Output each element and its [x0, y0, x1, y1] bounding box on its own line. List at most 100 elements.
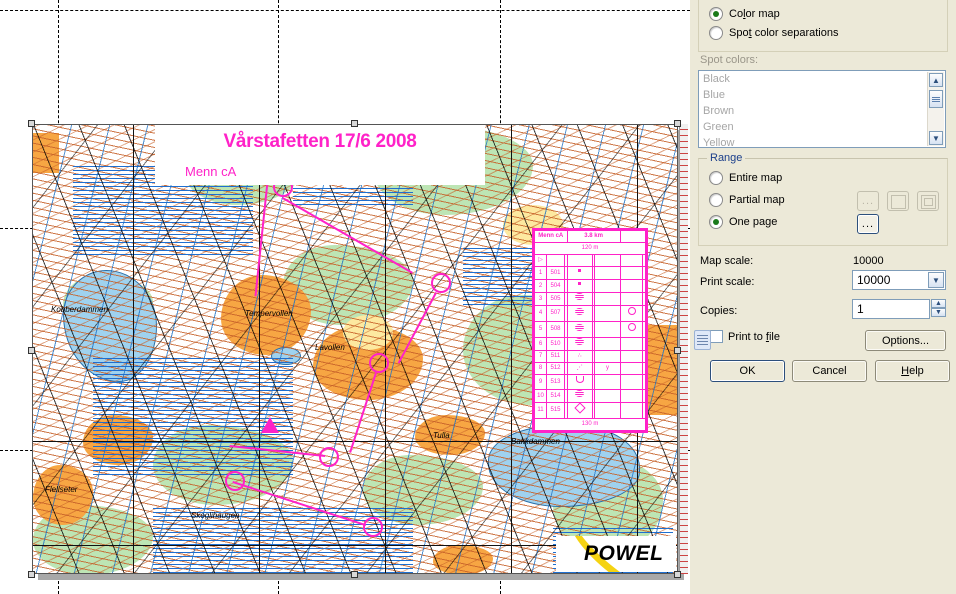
- map-place-label: Tempervollen: [245, 309, 293, 318]
- cd-start-scale: 120 m: [534, 242, 646, 255]
- page-guide-horizontal: [0, 10, 690, 11]
- list-item[interactable]: Brown: [699, 103, 945, 119]
- scroll-up-icon[interactable]: ▲: [929, 73, 943, 87]
- radio-spot-color-label: Spot color separations: [729, 27, 839, 39]
- cd-symbol-marsh: [575, 307, 585, 315]
- print-scale-value: 10000: [857, 273, 891, 287]
- cd-row: 9 513: [534, 374, 646, 390]
- print-dialog[interactable]: Print Color map Spot color separations S…: [690, 0, 956, 594]
- copies-input[interactable]: 1: [852, 299, 930, 319]
- radio-one-page[interactable]: One page: [709, 215, 777, 229]
- spot-colors-label: Spot colors:: [700, 54, 759, 66]
- cd-symbol-reentrant: [575, 376, 584, 383]
- map-work-area[interactable]: Kobberdammen Tempervollen Lavollen Tulla…: [0, 0, 690, 594]
- options-button[interactable]: Options...: [865, 330, 946, 351]
- partial-map-multi-page-button[interactable]: [917, 191, 939, 211]
- list-item[interactable]: Black: [699, 71, 945, 87]
- spin-up-icon[interactable]: ▲: [931, 299, 946, 308]
- cd-symbol-marsh: [575, 293, 585, 300]
- map-title-banner: Vårstafetten 17/6 2008 Menn cA: [155, 125, 485, 185]
- list-item[interactable]: Blue: [699, 87, 945, 103]
- list-item[interactable]: Yellow: [699, 135, 945, 147]
- cd-symbol-marsh: [575, 390, 585, 397]
- ok-button[interactable]: OK: [710, 360, 785, 382]
- radio-color-map-indicator[interactable]: [709, 7, 723, 21]
- cd-row: 6 510: [534, 337, 646, 351]
- cd-row: 1 501: [534, 266, 646, 280]
- list-item[interactable]: Green: [699, 119, 945, 135]
- cd-symbol-knoll: [574, 402, 586, 414]
- print-scale-label: Print scale:: [700, 276, 755, 288]
- scroll-down-icon[interactable]: ▼: [929, 131, 943, 145]
- control-descriptions-table: Menn cA 3.8 km 120 m ▷ 1 501 2 504 3 505: [532, 228, 648, 433]
- cd-symbol-circle: [627, 307, 636, 315]
- cd-symbol-hook: у: [606, 365, 610, 371]
- selection-handle-top-center[interactable]: [351, 120, 358, 127]
- cd-row: 10 514: [534, 389, 646, 403]
- print-to-file-checkbox[interactable]: [710, 330, 723, 343]
- copies-spinner[interactable]: ▲ ▼: [931, 299, 946, 319]
- range-group: Range Entire map Partial map One page ..…: [698, 152, 948, 246]
- selection-handle-top-left[interactable]: [28, 120, 35, 127]
- map-place-label: Bakkdammen: [511, 437, 560, 446]
- powel-logo-text: POWEL: [584, 542, 664, 565]
- radio-entire-map[interactable]: Entire map: [709, 171, 782, 185]
- radio-spot-color-separations[interactable]: Spot color separations: [709, 26, 838, 40]
- map-place-label: Flellseter: [45, 485, 78, 494]
- cd-row: 8 512 ⋰ у: [534, 362, 646, 375]
- chevron-down-icon[interactable]: ▼: [928, 272, 944, 288]
- map-class-label: Menn cA: [185, 164, 237, 179]
- powel-logo: POWEL: [556, 536, 676, 572]
- map-place-label: Skoglihaugen: [191, 511, 240, 520]
- spot-colors-scrollbar[interactable]: ▲ ▼: [927, 72, 944, 146]
- radio-one-page-indicator[interactable]: [709, 215, 723, 229]
- print-scale-combobox[interactable]: 10000 ▼: [852, 270, 946, 290]
- partial-map-single-page-button[interactable]: [887, 191, 909, 211]
- selection-handle-bottom-right[interactable]: [674, 571, 681, 578]
- cd-symbol-dot: [578, 269, 582, 272]
- cd-symbol-marsh: [575, 323, 585, 331]
- radio-color-map[interactable]: Color map: [709, 7, 780, 21]
- one-page-browse-button[interactable]: ...: [857, 214, 879, 234]
- spin-down-icon[interactable]: ▼: [931, 308, 946, 317]
- cd-row: 4 507: [534, 305, 646, 322]
- radio-partial-map-label: Partial map: [729, 194, 785, 206]
- map-place-label: Tulla: [433, 431, 450, 440]
- copies-label: Copies:: [700, 305, 738, 317]
- map-scale-value: 10000: [853, 255, 884, 267]
- radio-color-map-label: Color map: [729, 8, 780, 20]
- cd-row: 5 508: [534, 321, 646, 338]
- cd-finish-scale: 130 m: [534, 418, 646, 431]
- radio-partial-map[interactable]: Partial map: [709, 193, 785, 207]
- selection-handle-top-right[interactable]: [674, 120, 681, 127]
- cd-row: 2 504: [534, 279, 646, 293]
- cd-symbol-cliff: ⋰: [576, 365, 583, 371]
- scrollbar-thumb[interactable]: [929, 90, 943, 108]
- cd-start-row: ▷: [534, 254, 646, 267]
- map-scale-label: Map scale:: [700, 255, 754, 267]
- range-group-legend: Range: [707, 152, 746, 164]
- map-place-label: Lavollen: [315, 343, 345, 352]
- cancel-button[interactable]: Cancel: [792, 360, 867, 382]
- cd-row: 3 505: [534, 292, 646, 306]
- help-button[interactable]: Help: [875, 360, 950, 382]
- copies-value: 1: [857, 302, 864, 316]
- radio-partial-map-indicator[interactable]: [709, 193, 723, 207]
- cd-symbol-stony: ∴: [577, 353, 582, 359]
- print-to-file-label: Print to file: [728, 331, 780, 343]
- spot-colors-list[interactable]: Black Blue Brown Green Yellow ▲ ▼: [698, 70, 946, 148]
- radio-entire-map-indicator[interactable]: [709, 171, 723, 185]
- selection-handle-bottom-center[interactable]: [351, 571, 358, 578]
- cd-row: 11 515: [534, 402, 646, 419]
- partial-map-browse-button[interactable]: ...: [857, 191, 879, 211]
- radio-entire-map-label: Entire map: [729, 172, 783, 184]
- radio-spot-color-indicator[interactable]: [709, 26, 723, 40]
- cd-class: Menn cA: [534, 230, 568, 243]
- radio-one-page-label: One page: [729, 216, 778, 228]
- selection-handle-middle-left[interactable]: [28, 347, 35, 354]
- print-group: Print Color map Spot color separations: [698, 0, 948, 52]
- cd-row: 7 511 ∴: [534, 350, 646, 363]
- cd-symbol-marsh: [575, 338, 585, 345]
- selection-handle-bottom-left[interactable]: [28, 571, 35, 578]
- selection-handle-middle-right[interactable]: [674, 347, 681, 354]
